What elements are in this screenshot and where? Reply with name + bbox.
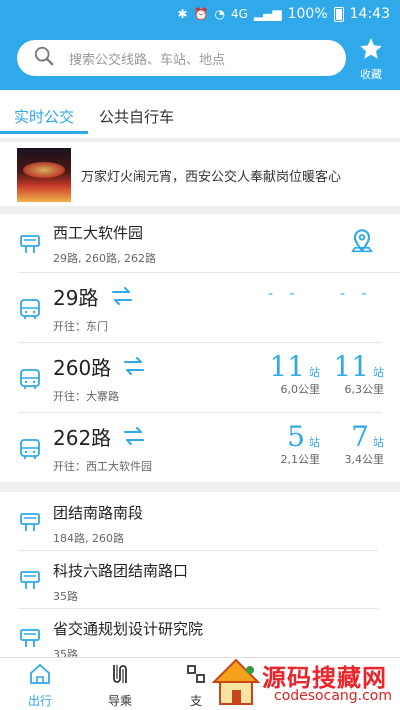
bus-stop-icon <box>18 510 42 534</box>
status-bar: ✱ ⏰ ◔ 4G ▂▄▆ 100% 14:43 <box>0 0 400 28</box>
route-row-260[interactable]: 260路 开往：大寨路 11 站 6,0公里 11 站 6,3公里 <box>0 342 400 412</box>
stop-routes: 35路 <box>53 648 78 657</box>
pay-icon <box>184 665 208 690</box>
watermark-url: codesocang.com <box>274 688 393 704</box>
nav-guide[interactable]: 导乘 <box>90 662 150 709</box>
bus-icon <box>18 297 42 321</box>
arrival-distance: 2,1公里 <box>280 453 321 466</box>
route-name: 262路 <box>53 426 112 450</box>
network-type: 4G <box>230 7 248 21</box>
news-banner[interactable]: 万家灯火闹元宵，西安公交人奉献岗位暖客心 <box>0 138 400 206</box>
bus-stop-icon <box>18 232 42 256</box>
stop-header[interactable]: 西工大软件园 29路, 260路, 262路 <box>0 214 400 272</box>
arrival-1: 11 站 6,0公里 <box>262 350 320 397</box>
stop-name: 科技六路团结南路口 <box>53 562 189 580</box>
search-bar[interactable]: 搜索公交线路、车站、地点 <box>17 40 346 76</box>
arrival-stops: 11 <box>333 350 369 383</box>
route-name: 29路 <box>53 286 99 310</box>
house-logo-icon <box>211 658 261 705</box>
stop-routes: 29路, 260路, 262路 <box>53 252 156 265</box>
signal-icon: ▂▄▆ <box>253 7 282 21</box>
bus-icon <box>18 367 42 391</box>
search-placeholder: 搜索公交线路、车站、地点 <box>69 52 226 68</box>
tab-realtime-bus[interactable]: 实时公交 <box>14 106 74 127</box>
nav-guide-label: 导乘 <box>107 694 132 708</box>
battery-percent: 100% <box>287 6 328 22</box>
arrival-unit: 站 <box>309 436 320 449</box>
news-headline: 万家灯火闹元宵，西安公交人奉献岗位暖客心 <box>81 170 342 185</box>
wifi-icon: ◔ <box>214 7 225 21</box>
stop-name: 西工大软件园 <box>53 224 144 242</box>
tab-public-bike[interactable]: 公共自行车 <box>99 106 174 127</box>
stop-name: 省交通规划设计研究院 <box>53 620 204 638</box>
bluetooth-icon: ✱ <box>177 7 188 21</box>
bus-icon <box>18 437 42 461</box>
watermark: 源码搜藏网 codesocang.com <box>206 654 400 710</box>
app-header: 搜索公交线路、车站、地点 收藏 <box>0 28 400 90</box>
home-icon <box>28 664 52 690</box>
arrival-distance: 3,4公里 <box>344 453 385 466</box>
clock: 14:43 <box>349 6 390 22</box>
battery-icon <box>333 6 344 22</box>
bus-stop-icon <box>18 626 42 650</box>
stop-item[interactable]: 团结南路南段 184路, 260路 <box>0 492 400 550</box>
swap-direction-icon[interactable] <box>110 286 134 306</box>
nearby-stop-card: 西工大软件园 29路, 260路, 262路 29路 开往：东门 - - - -… <box>0 214 400 482</box>
stop-routes: 184路, 260路 <box>53 532 124 545</box>
bus-stop-icon <box>18 568 42 592</box>
nav-trip-label: 出行 <box>27 694 52 708</box>
arrival-1: 5站 2,1公里 <box>262 420 321 467</box>
search-icon <box>33 45 55 71</box>
swap-direction-icon[interactable] <box>122 426 146 446</box>
arrival-placeholder-2: - - <box>340 286 373 302</box>
arrival-unit: 站 <box>309 366 320 379</box>
stop-name: 团结南路南段 <box>53 504 144 522</box>
arrival-unit: 站 <box>373 436 384 449</box>
active-tab-indicator <box>0 131 88 134</box>
route-row-262[interactable]: 262路 开往：西工大软件园 5站 2,1公里 7站 3,4公里 <box>0 412 400 482</box>
arrival-distance: 6,3公里 <box>344 383 385 396</box>
star-icon <box>358 38 384 66</box>
alarm-icon: ⏰ <box>193 7 209 21</box>
arrival-unit: 站 <box>373 366 384 379</box>
route-destination: 开往：东门 <box>53 320 108 333</box>
nav-trip[interactable]: 出行 <box>10 662 70 709</box>
route-name: 260路 <box>53 356 112 380</box>
location-pin-icon[interactable] <box>348 228 376 256</box>
route-destination: 开往：大寨路 <box>53 390 119 403</box>
stop-item[interactable]: 科技六路团结南路口 35路 <box>0 550 400 608</box>
route-guide-icon <box>108 665 132 690</box>
route-row-29[interactable]: 29路 开往：东门 - - - - <box>0 272 400 342</box>
arrival-2: 11 站 6,3公里 <box>328 350 384 397</box>
stop-item[interactable]: 省交通规划设计研究院 35路 <box>0 608 400 657</box>
arrival-stops: 11 <box>269 350 305 383</box>
swap-direction-icon[interactable] <box>122 356 146 376</box>
arrival-stops: 5 <box>287 420 305 453</box>
route-destination: 开往：西工大软件园 <box>53 460 152 473</box>
arrival-2: 7站 3,4公里 <box>328 420 385 467</box>
arrival-placeholder-1: - - <box>268 286 301 302</box>
favorites-button[interactable]: 收藏 <box>354 36 388 82</box>
nearby-stops-list: 团结南路南段 184路, 260路 科技六路团结南路口 35路 省交通规划设计研… <box>0 492 400 657</box>
arrival-distance: 6,0公里 <box>280 383 321 396</box>
stop-routes: 35路 <box>53 590 78 603</box>
arrival-stops: 7 <box>351 420 369 453</box>
news-thumbnail <box>17 148 71 202</box>
favorites-label: 收藏 <box>360 68 382 81</box>
